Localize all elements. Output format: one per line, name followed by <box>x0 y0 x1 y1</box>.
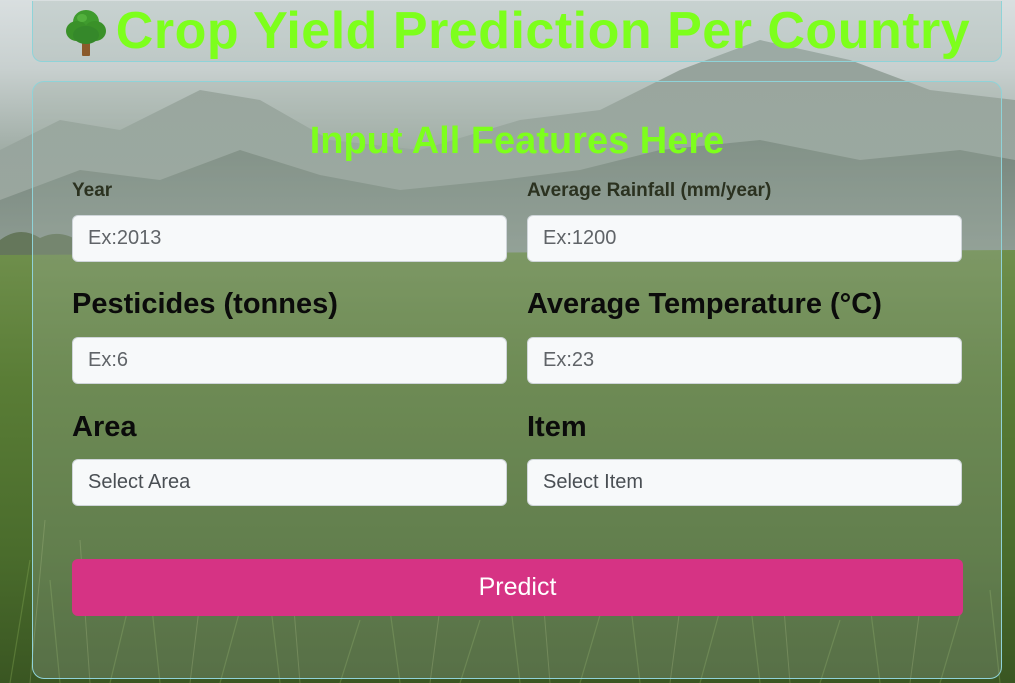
area-label: Area <box>72 411 137 443</box>
page-title: Crop Yield Prediction Per Country <box>115 2 971 60</box>
area-select[interactable]: Select Area <box>72 459 507 506</box>
temperature-input[interactable] <box>527 337 962 384</box>
year-label: Year <box>72 180 113 201</box>
tree-icon <box>64 7 108 57</box>
pesticides-label: Pesticides (tonnes) <box>72 288 338 320</box>
rainfall-input[interactable] <box>527 215 962 262</box>
item-select-value: Select Item <box>543 471 644 493</box>
predict-button[interactable]: Predict <box>72 559 963 616</box>
form-title: Input All Features Here <box>309 120 725 162</box>
area-select-value: Select Area <box>88 471 191 493</box>
pesticides-input[interactable] <box>72 337 507 384</box>
header-bar: Crop Yield Prediction Per Country <box>32 1 1002 62</box>
item-select[interactable]: Select Item <box>527 459 962 506</box>
form-panel: Input All Features Here Year Average Rai… <box>32 81 1002 679</box>
rainfall-label: Average Rainfall (mm/year) <box>527 180 772 201</box>
item-label: Item <box>527 411 587 443</box>
temperature-label: Average Temperature (°C) <box>527 288 882 320</box>
year-input[interactable] <box>72 215 507 262</box>
